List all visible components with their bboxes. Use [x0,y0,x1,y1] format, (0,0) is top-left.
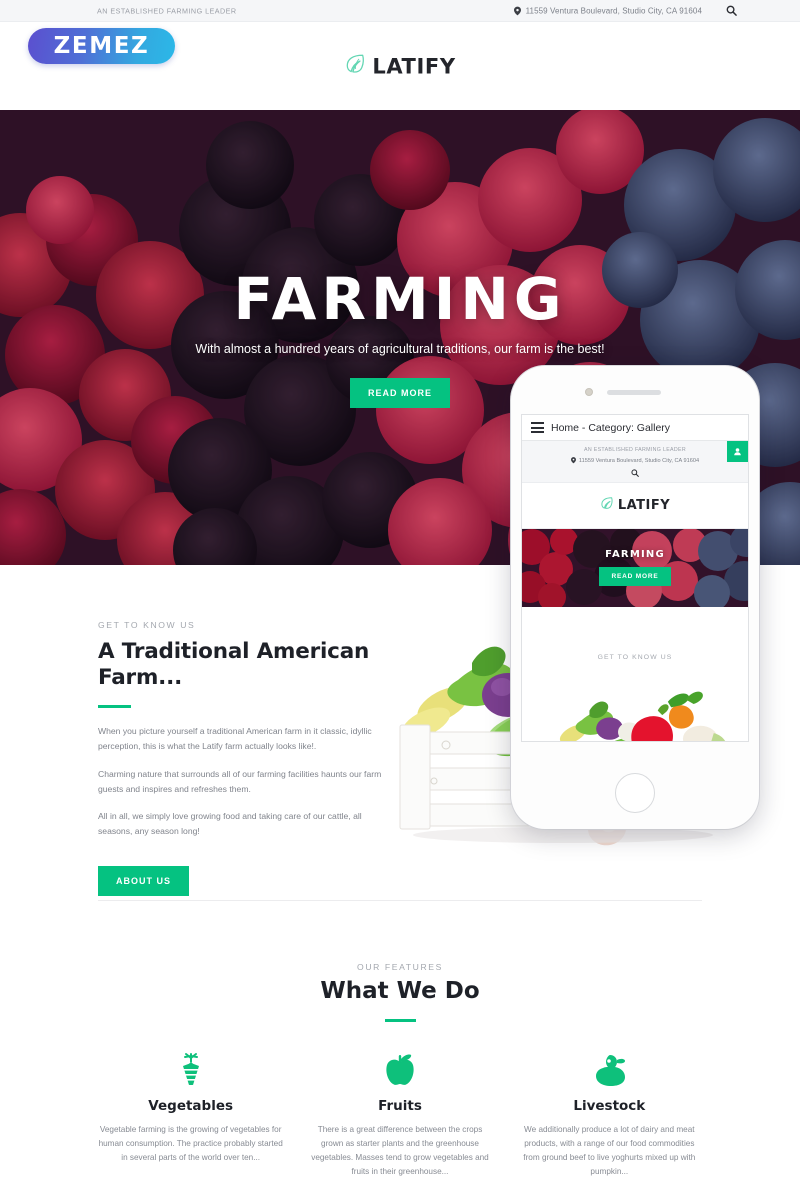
phone-screen: Home - Category: Gallery AN ESTABLISHED … [521,414,749,742]
hero-read-more-button[interactable]: READ MORE [349,378,450,408]
topbar-address-group: 11559 Ventura Boulevard, Studio City, CA… [513,6,702,15]
about-us-button[interactable]: ABOUT US [98,865,189,896]
feature-text: There is a great difference between the … [311,1125,489,1177]
features-grid: Vegetables Vegetable farming is the grow… [0,1050,800,1200]
zemez-badge[interactable]: ZEMEZ [28,28,175,64]
feature-text: We additionally produce a lot of dairy a… [523,1125,696,1177]
leaf-icon [600,496,614,515]
phone-browser-title: Home - Category: Gallery [551,421,671,434]
page-root: AN ESTABLISHED FARMING LEADER 11559 Vent… [0,0,800,1200]
carrot-icon [92,1050,289,1086]
topbar-address: 11559 Ventura Boulevard, Studio City, CA… [525,6,702,15]
feature-card-fruits[interactable]: Fruits There is a great difference betwe… [301,1050,498,1179]
phone-read-more-button[interactable]: READ MORE [598,567,672,586]
features-header: OUR FEATURES What We Do [0,900,800,1022]
phone-vegetable-image [522,672,748,741]
about-rule [98,705,131,709]
search-icon[interactable] [724,4,738,18]
leaf-icon [344,53,366,80]
hamburger-icon[interactable] [531,422,544,433]
topbar-tagline: AN ESTABLISHED FARMING LEADER [97,6,237,15]
phone-address: 11559 Ventura Boulevard, Studio City, CA… [578,458,700,465]
map-pin-icon [570,457,576,466]
phone-hero-title: FARMING [605,549,665,560]
phone-section-eyebrow: GET TO KNOW US [597,653,673,661]
phone-user-button[interactable] [727,441,748,462]
phone-tagline: AN ESTABLISHED FARMING LEADER [584,447,686,453]
about-eyebrow: GET TO KNOW US [98,620,196,630]
topbar: AN ESTABLISHED FARMING LEADER 11559 Vent… [0,0,800,22]
phone-home-button[interactable] [615,773,655,813]
features-section: OUR FEATURES What We Do Vegetables Veget… [0,900,800,1200]
about-paragraph-3: All in all, we simply love growing food … [98,810,362,836]
about-title: A Traditional American Farm... [98,639,370,691]
phone-speaker [607,390,661,395]
about-paragraph-2: Charming nature that surrounds all of ou… [98,768,382,794]
phone-brand-name: LATIFY [617,497,671,513]
feature-text: Vegetable farming is the growing of vege… [98,1125,283,1163]
feature-card-livestock[interactable]: Livestock We additionally produce a lot … [511,1050,708,1179]
zemez-label: ZEMEZ [53,33,150,59]
phone-search-icon[interactable] [522,468,748,477]
feature-name: Fruits [378,1098,422,1114]
features-rule [384,1019,416,1022]
phone-hero: FARMING READ MORE [522,528,748,607]
brand-logo[interactable]: LATIFY [344,53,455,80]
phone-brand[interactable]: LATIFY [522,482,748,529]
hero-subtitle: With almost a hundred years of agricultu… [195,342,605,356]
user-icon [733,443,742,461]
feature-card-vegetables[interactable]: Vegetables Vegetable farming is the grow… [92,1050,289,1179]
about-paragraph-1: When you picture yourself a traditional … [98,726,372,752]
feature-name: Livestock [573,1098,646,1114]
features-eyebrow: OUR FEATURES [357,962,443,972]
phone-topbar: AN ESTABLISHED FARMING LEADER 11559 Vent… [522,441,748,483]
phone-about-section: GET TO KNOW US [522,606,748,741]
phone-address-group: 11559 Ventura Boulevard, Studio City, CA… [522,457,748,466]
feature-name: Vegetables [148,1098,234,1114]
phone-mockup: Home - Category: Gallery AN ESTABLISHED … [511,366,759,829]
brand-name: LATIFY [372,54,456,78]
map-pin-icon [513,6,521,15]
hero-title: FARMING [233,265,567,333]
phone-browser-bar: Home - Category: Gallery [522,415,748,441]
features-title: What We Do [320,978,480,1004]
about-text-column: GET TO KNOW US A Traditional American Fa… [98,620,398,896]
apple-icon [301,1050,498,1086]
duck-icon [511,1050,708,1086]
phone-camera-icon [585,388,593,396]
